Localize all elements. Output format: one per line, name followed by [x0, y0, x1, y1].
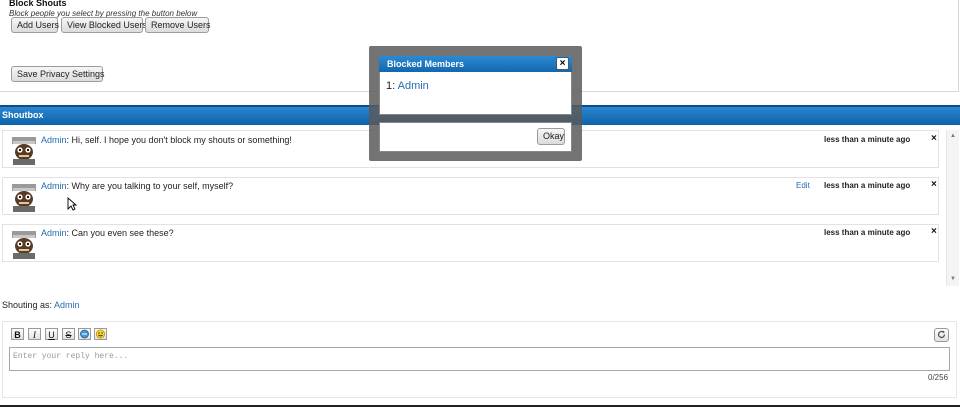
char-counter: 0/256 [928, 373, 949, 382]
blocked-member-item: 1: Admin [386, 80, 429, 92]
shouting-as-user-link[interactable]: Admin [54, 300, 80, 310]
shout-author-link[interactable]: Admin [41, 135, 67, 145]
okay-button[interactable]: Okay [537, 128, 565, 145]
shout-author-link[interactable]: Admin [41, 228, 67, 238]
italic-button[interactable]: I [28, 328, 41, 340]
link-icon [80, 329, 89, 339]
edit-shout-link[interactable]: Edit [796, 181, 810, 190]
avatar [12, 231, 36, 259]
delete-shout-button[interactable]: × [931, 179, 937, 190]
underline-button[interactable]: U [45, 328, 58, 340]
shout-time: less than a minute ago [824, 181, 911, 190]
shout-text: Admin: Can you even see these? [41, 228, 174, 238]
bold-button[interactable]: B [11, 328, 24, 340]
add-users-button[interactable]: Add Users [11, 17, 59, 33]
shout-time: less than a minute ago [824, 135, 911, 144]
scroll-down-icon[interactable]: ▼ [950, 276, 956, 282]
block-shouts-title: Block Shouts [9, 0, 67, 8]
shout-time: less than a minute ago [824, 228, 911, 237]
mouse-cursor-icon [67, 197, 77, 211]
dialog-title: Blocked Members [379, 56, 572, 72]
reply-input[interactable]: Enter your reply here... [9, 347, 950, 371]
avatar [12, 137, 36, 165]
delete-shout-button[interactable]: × [931, 226, 937, 237]
shoutbox-scrollbar[interactable]: ▲ ▼ [946, 130, 959, 286]
avatar [12, 184, 36, 212]
blocked-member-link[interactable]: Admin [398, 80, 429, 92]
save-privacy-settings-button[interactable]: Save Privacy Settings [11, 66, 105, 82]
delete-shout-button[interactable]: × [931, 133, 937, 144]
shout-author-link[interactable]: Admin [41, 181, 67, 191]
refresh-button[interactable] [934, 328, 949, 342]
close-icon[interactable]: × [556, 57, 569, 70]
shoutbox-title: Shoutbox [2, 110, 44, 120]
shout-text: Admin: Hi, self. I hope you don't block … [41, 135, 292, 145]
scroll-up-icon[interactable]: ▲ [950, 133, 956, 139]
remove-users-button[interactable]: Remove Users [145, 17, 211, 33]
smiley-icon [95, 329, 106, 339]
smiley-button[interactable] [94, 328, 107, 340]
shout-text: Admin: Why are you talking to your self,… [41, 181, 234, 191]
refresh-icon [937, 330, 946, 339]
link-button[interactable] [78, 328, 91, 340]
shouting-as: Shouting as: Admin [2, 300, 80, 310]
view-blocked-users-button[interactable]: View Blocked Users [61, 17, 147, 33]
strikethrough-button[interactable]: S [62, 328, 75, 340]
